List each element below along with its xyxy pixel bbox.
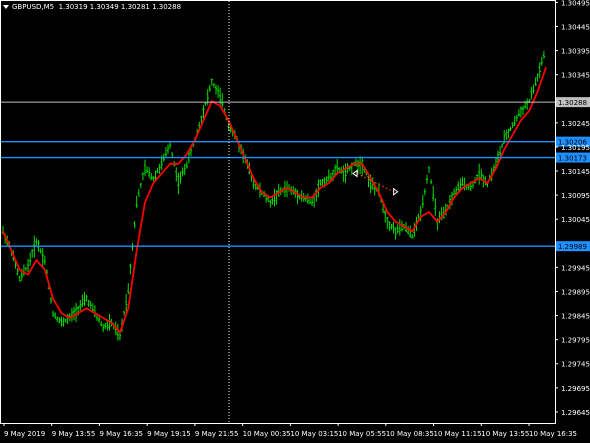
y-tick-label: 1.30445	[561, 23, 590, 31]
ohlc-label: 1.30319 1.30349 1.30281 1.30288	[58, 3, 182, 11]
symbol-label: GBPUSD,M5	[12, 3, 55, 11]
price-lines-layer: 1.302061.301731.299891.30288	[0, 97, 590, 252]
x-tick-label: 9 May 2019	[4, 430, 45, 438]
x-tick-label: 10 May 05:55	[338, 430, 386, 438]
y-tick-label: 1.29895	[561, 288, 590, 296]
chart-window[interactable]: 1.30206 1.30173 1.29989 1.30288 1.30495 1.30…	[0, 0, 590, 443]
axis-layer: 1.30495 1.30445 1.30395 1.30345 1.30245 1.301…	[0, 0, 590, 438]
y-tick-label: 1.29645	[561, 409, 590, 417]
x-tick-label: 10 May 13:55	[481, 430, 529, 438]
y-tick-label: 1.30395	[561, 48, 590, 56]
y-tick-label: 1.29745	[561, 361, 590, 369]
y-tick-label: 1.29695	[561, 385, 590, 393]
y-tick-label: 1.29845	[561, 313, 590, 321]
collapse-triangle-icon[interactable]	[3, 5, 9, 9]
y-tick-label: 1.30245	[561, 120, 590, 128]
y-tick-label: 1.30345	[561, 72, 590, 80]
y-tick-label: 1.30195	[561, 144, 590, 152]
level-label: 1.29989	[558, 243, 587, 251]
y-tick-label: 1.30145	[561, 168, 590, 176]
x-tick-label: 9 May 19:15	[147, 430, 191, 438]
y-tick-label: 1.29795	[561, 337, 590, 345]
x-tick-label: 9 May 16:35	[99, 430, 143, 438]
x-tick-label: 10 May 00:35	[243, 430, 291, 438]
chart-plot[interactable]: 1.302061.301731.299891.30288 1.304951.30…	[0, 0, 590, 443]
y-tick-label: 1.30495	[561, 0, 590, 7]
x-tick-label: 10 May 08:35	[386, 430, 434, 438]
trade-close-arrow-icon	[393, 187, 399, 196]
trade-open-arrow-icon	[352, 169, 358, 178]
level-label: 1.30173	[558, 155, 587, 163]
x-tick-label: 9 May 21:55	[195, 430, 239, 438]
x-tick-label: 9 May 13:55	[52, 430, 96, 438]
y-tick-label: 1.30045	[561, 216, 590, 224]
y-tick-label: 1.30095	[561, 192, 590, 200]
x-tick-label: 10 May 11:15	[434, 430, 482, 438]
current-price-label: 1.30288	[558, 99, 587, 107]
y-tick-label: 1.29945	[561, 264, 590, 272]
x-tick-label: 10 May 03:15	[290, 430, 338, 438]
plot-frame	[0, 0, 556, 424]
symbol-info-bar: GBPUSD,M5 1.30319 1.30349 1.30281 1.3028…	[3, 3, 181, 11]
x-tick-label: 10 May 16:35	[529, 430, 577, 438]
